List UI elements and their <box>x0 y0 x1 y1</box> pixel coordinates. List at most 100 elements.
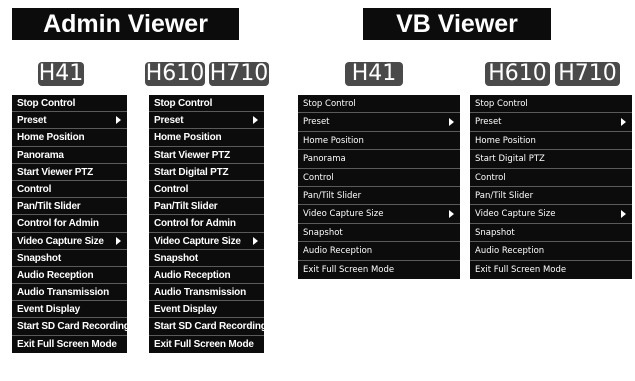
menu-item-label: Start Digital PTZ <box>475 154 545 165</box>
menu-item-label: Audio Transmission <box>154 287 246 299</box>
menu-item-label: Exit Full Screen Mode <box>303 264 395 275</box>
admin-h710-badge: H710 <box>209 61 269 86</box>
menu-item-label: Snapshot <box>303 227 343 238</box>
vb-h610-badge: H610 <box>485 62 550 86</box>
vb-h710-badge: H710 <box>555 62 620 86</box>
admin-viewer-title: Admin Viewer <box>12 8 239 40</box>
vb-h610-h710-context-menu: Stop Control Preset Home Position Start Dig… <box>470 95 632 279</box>
menu-item-start-sd-card-recording[interactable]: Start SD Card Recording <box>149 318 264 336</box>
menu-item-label: Control <box>154 183 189 195</box>
menu-item-preset[interactable]: Preset <box>298 113 460 132</box>
menu-item-exit-full-screen-mode[interactable]: Exit Full Screen Mode <box>298 261 460 279</box>
menu-item-home-position[interactable]: Home Position <box>470 132 632 151</box>
menu-item-label: Audio Reception <box>17 269 94 281</box>
menu-item-preset[interactable]: Preset <box>470 113 632 132</box>
menu-item-snapshot[interactable]: Snapshot <box>298 224 460 243</box>
menu-item-label: Video Capture Size <box>475 209 556 220</box>
admin-h610-h710-context-menu: Stop Control Preset Home Position Start Vie… <box>149 95 264 353</box>
menu-item-control-for-admin[interactable]: Control for Admin <box>149 215 264 233</box>
menu-item-home-position[interactable]: Home Position <box>12 129 127 147</box>
menu-item-pan-tilt-slider[interactable]: Pan/Tilt Slider <box>149 198 264 216</box>
menu-item-preset[interactable]: Preset <box>12 112 127 130</box>
menu-item-label: Snapshot <box>154 252 198 264</box>
menu-item-label: Preset <box>303 117 330 128</box>
menu-item-pan-tilt-slider[interactable]: Pan/Tilt Slider <box>298 187 460 206</box>
menu-item-start-viewer-ptz[interactable]: Start Viewer PTZ <box>149 147 264 164</box>
menu-item-label: Control <box>303 172 334 183</box>
menu-item-label: Control for Admin <box>154 218 236 230</box>
menu-item-label: Event Display <box>154 304 217 316</box>
menu-item-pan-tilt-slider[interactable]: Pan/Tilt Slider <box>12 198 127 216</box>
menu-item-label: Start Viewer PTZ <box>17 166 94 178</box>
menu-item-label: Event Display <box>17 304 80 316</box>
menu-item-stop-control[interactable]: Stop Control <box>149 95 264 113</box>
admin-h41-context-menu: Stop Control Preset Home Position Panorama S… <box>12 95 127 353</box>
menu-item-start-digital-ptz[interactable]: Start Digital PTZ <box>470 150 632 169</box>
admin-h610-badge: H610 <box>145 61 205 86</box>
menu-item-start-viewer-ptz[interactable]: Start Viewer PTZ <box>12 164 127 181</box>
submenu-arrow-icon <box>253 116 258 125</box>
menu-item-video-capture-size[interactable]: Video Capture Size <box>149 233 264 250</box>
menu-item-label: Stop Control <box>303 99 356 109</box>
menu-item-video-capture-size[interactable]: Video Capture Size <box>12 233 127 250</box>
menu-item-control[interactable]: Control <box>149 181 264 199</box>
menu-item-stop-control[interactable]: Stop Control <box>470 95 632 114</box>
menu-item-label: Home Position <box>475 135 536 146</box>
menu-item-home-position[interactable]: Home Position <box>149 129 264 147</box>
submenu-arrow-icon <box>116 236 121 245</box>
menu-item-video-capture-size[interactable]: Video Capture Size <box>298 205 460 224</box>
admin-h41-badge: H41 <box>38 61 84 86</box>
menu-item-control[interactable]: Control <box>298 169 460 187</box>
menu-item-event-display[interactable]: Event Display <box>12 301 127 319</box>
menu-item-pan-tilt-slider[interactable]: Pan/Tilt Slider <box>470 187 632 206</box>
menu-item-label: Pan/Tilt Slider <box>154 201 218 213</box>
menu-item-label: Start Viewer PTZ <box>154 149 231 161</box>
menu-item-snapshot[interactable]: Snapshot <box>470 224 632 243</box>
menu-item-audio-reception[interactable]: Audio Reception <box>470 242 632 261</box>
menu-item-stop-control[interactable]: Stop Control <box>12 95 127 113</box>
menu-item-audio-reception[interactable]: Audio Reception <box>298 242 460 261</box>
menu-item-exit-full-screen-mode[interactable]: Exit Full Screen Mode <box>12 336 127 353</box>
menu-item-label: Stop Control <box>475 99 528 109</box>
menu-item-label: Pan/Tilt Slider <box>17 201 81 213</box>
submenu-arrow-icon <box>449 118 454 127</box>
menu-item-control-for-admin[interactable]: Control for Admin <box>12 215 127 233</box>
menu-item-audio-transmission[interactable]: Audio Transmission <box>12 284 127 302</box>
menu-item-home-position[interactable]: Home Position <box>298 132 460 151</box>
menu-item-start-digital-ptz[interactable]: Start Digital PTZ <box>149 164 264 181</box>
menu-item-label: Preset <box>154 115 184 127</box>
menu-item-control[interactable]: Control <box>470 169 632 187</box>
menu-item-event-display[interactable]: Event Display <box>149 301 264 319</box>
vb-h41-context-menu: Stop Control Preset Home Position Panorama C… <box>298 95 460 279</box>
menu-item-label: Home Position <box>17 132 85 144</box>
menu-item-audio-reception[interactable]: Audio Reception <box>149 267 264 285</box>
vb-h41-badge: H41 <box>345 62 403 86</box>
menu-item-exit-full-screen-mode[interactable]: Exit Full Screen Mode <box>470 261 632 279</box>
menu-item-label: Panorama <box>17 149 64 161</box>
menu-item-label: Control for Admin <box>17 218 99 230</box>
menu-item-label: Start Digital PTZ <box>154 166 229 178</box>
menu-item-audio-transmission[interactable]: Audio Transmission <box>149 284 264 302</box>
submenu-arrow-icon <box>621 118 626 127</box>
menu-item-video-capture-size[interactable]: Video Capture Size <box>470 205 632 224</box>
menu-item-exit-full-screen-mode[interactable]: Exit Full Screen Mode <box>149 336 264 353</box>
menu-item-label: Stop Control <box>17 98 76 109</box>
menu-item-label: Preset <box>17 115 47 127</box>
menu-item-stop-control[interactable]: Stop Control <box>298 95 460 114</box>
menu-item-label: Exit Full Screen Mode <box>154 338 254 350</box>
menu-item-label: Video Capture Size <box>17 235 104 247</box>
menu-item-control[interactable]: Control <box>12 181 127 199</box>
menu-item-label: Pan/Tilt Slider <box>475 190 534 201</box>
menu-item-panorama[interactable]: Panorama <box>298 150 460 169</box>
menu-item-label: Home Position <box>154 132 222 144</box>
menu-item-panorama[interactable]: Panorama <box>12 147 127 164</box>
menu-item-label: Audio Reception <box>303 246 373 257</box>
menu-item-label: Panorama <box>303 154 346 165</box>
menu-item-snapshot[interactable]: Snapshot <box>12 250 127 267</box>
menu-item-preset[interactable]: Preset <box>149 112 264 130</box>
menu-item-audio-reception[interactable]: Audio Reception <box>12 267 127 285</box>
menu-item-snapshot[interactable]: Snapshot <box>149 250 264 267</box>
menu-item-label: Start SD Card Recording <box>17 321 127 333</box>
menu-item-start-sd-card-recording[interactable]: Start SD Card Recording <box>12 318 127 336</box>
menu-item-label: Home Position <box>303 135 364 146</box>
